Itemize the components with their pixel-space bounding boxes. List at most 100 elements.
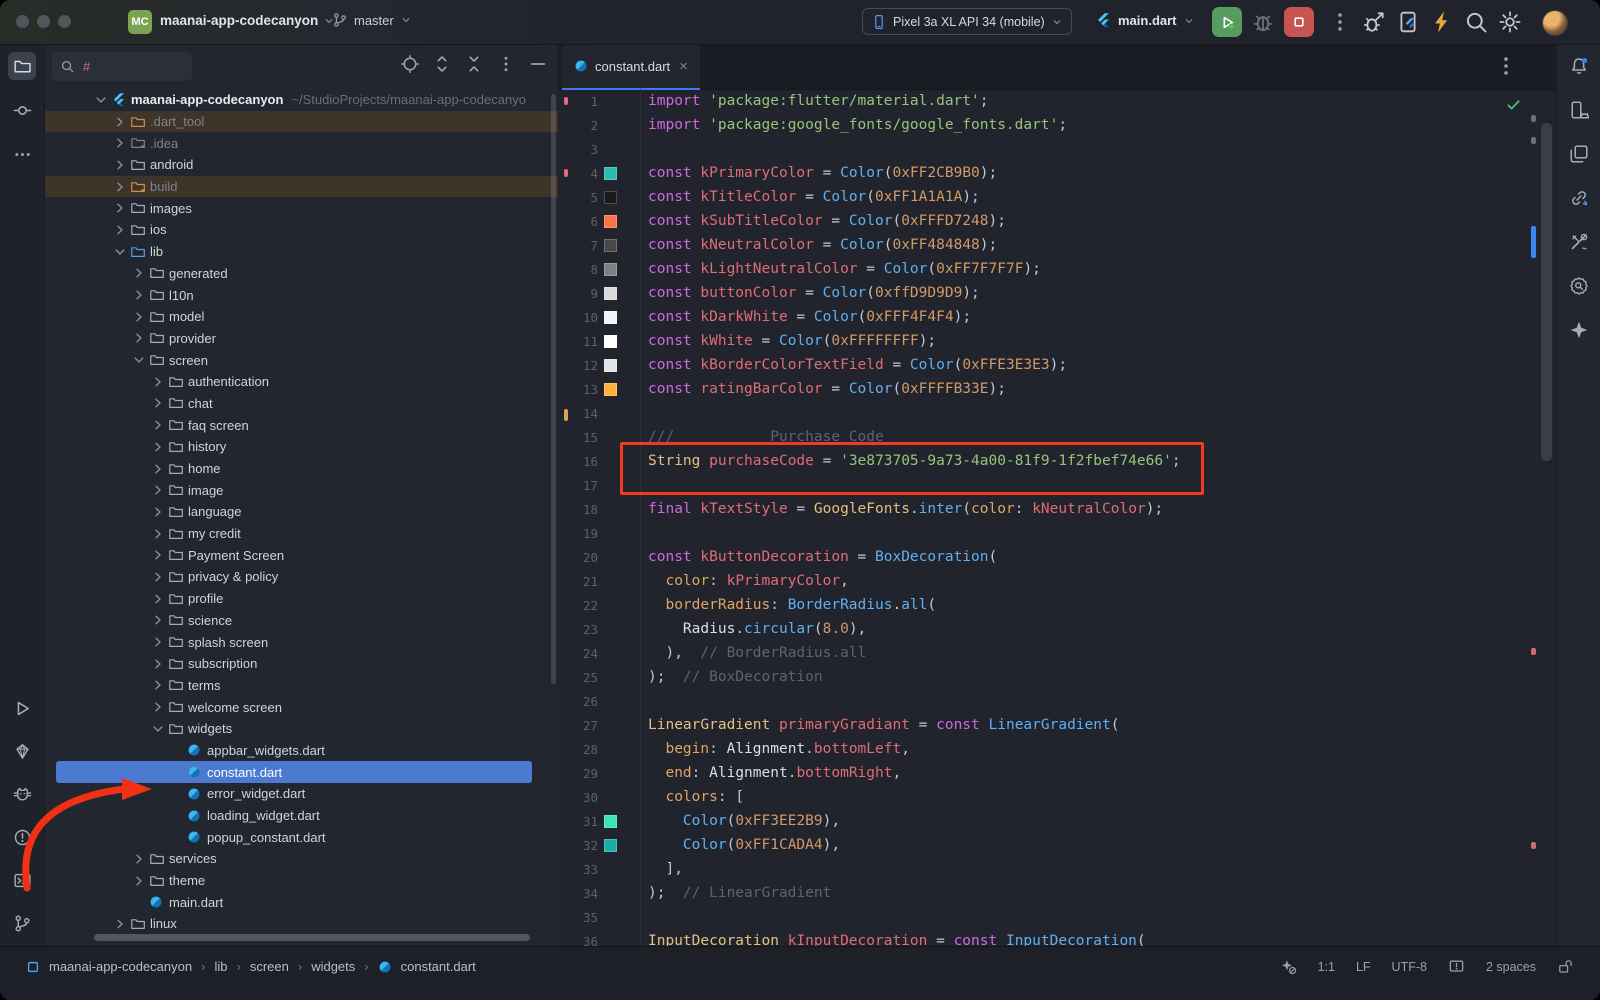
project-menu[interactable]: maanai-app-codecanyon	[160, 13, 335, 28]
tree-item-model[interactable]: model	[44, 306, 558, 328]
chevron-right-icon[interactable]	[150, 699, 166, 715]
branch-menu[interactable]: master	[332, 12, 412, 28]
chevron-right-icon[interactable]	[150, 677, 166, 693]
tree-item-welcome-screen[interactable]: welcome screen	[44, 696, 558, 718]
line-number[interactable]: 4	[574, 166, 598, 181]
search-icon[interactable]	[1464, 10, 1488, 34]
color-preview-swatch[interactable]	[598, 335, 622, 348]
code-line[interactable]: 36InputDecoration kInputDecoration = con…	[558, 929, 1556, 946]
tool-button-gemini[interactable]	[1565, 316, 1593, 344]
tool-button-build-tool-window[interactable]	[1565, 228, 1593, 256]
code-line[interactable]: 34); // LinearGradient	[558, 881, 1556, 905]
code-line[interactable]: 10const kDarkWhite = Color(0xFFF4F4F4);	[558, 305, 1556, 329]
chevron-down-icon[interactable]	[112, 244, 128, 260]
tree-item-my-credit[interactable]: my credit	[44, 523, 558, 545]
chevron-right-icon[interactable]	[112, 135, 128, 151]
code-line[interactable]: 5const kTitleColor = Color(0xFF1A1A1A);	[558, 185, 1556, 209]
chevron-right-icon[interactable]	[150, 374, 166, 390]
line-number[interactable]: 2	[574, 118, 598, 133]
tree-item-profile[interactable]: profile	[44, 588, 558, 610]
color-preview-swatch[interactable]	[598, 215, 622, 228]
tree-item-payment-screen[interactable]: Payment Screen	[44, 544, 558, 566]
caret-position[interactable]: 1:1	[1318, 960, 1335, 974]
tree-item-screen[interactable]: screen	[44, 349, 558, 371]
code-line[interactable]: 30 colors: [	[558, 785, 1556, 809]
settings-gear-icon[interactable]	[1498, 10, 1522, 34]
line-number[interactable]: 23	[574, 622, 598, 637]
line-number[interactable]: 26	[574, 694, 598, 709]
code-line[interactable]: 9const buttonColor = Color(0xffD9D9D9);	[558, 281, 1556, 305]
tool-button-device-manager[interactable]	[1565, 96, 1593, 124]
line-number[interactable]: 12	[574, 358, 598, 373]
code-line[interactable]: 27LinearGradient primaryGradiant = const…	[558, 713, 1556, 737]
code-line[interactable]: 3	[558, 137, 1556, 161]
run-configuration[interactable]: main.dart	[1095, 12, 1195, 29]
tree-item-chat[interactable]: chat	[44, 393, 558, 415]
tree-item-constant-dart[interactable]: constant.dart	[44, 761, 558, 783]
tree-item--idea[interactable]: .idea	[44, 132, 558, 154]
tool-button-more-tool-windows[interactable]	[8, 140, 36, 168]
color-preview-swatch[interactable]	[598, 839, 622, 852]
close-window-icon[interactable]	[16, 15, 29, 28]
tool-button-app-links-assistant[interactable]	[1565, 184, 1593, 212]
tree-item-theme[interactable]: theme	[44, 870, 558, 892]
code-line[interactable]: 14	[558, 401, 1556, 425]
line-number[interactable]: 29	[574, 766, 598, 781]
chevron-right-icon[interactable]	[131, 873, 147, 889]
chevron-right-icon[interactable]	[150, 395, 166, 411]
tree-item-appbar-widgets-dart[interactable]: appbar_widgets.dart	[44, 740, 558, 762]
tool-button-problems[interactable]	[8, 823, 36, 851]
line-number[interactable]: 18	[574, 502, 598, 517]
tree-horizontal-scrollbar[interactable]	[94, 934, 530, 941]
tool-button-running-devices[interactable]	[1565, 140, 1593, 168]
user-avatar[interactable]	[1542, 10, 1568, 36]
chevron-right-icon[interactable]	[112, 179, 128, 195]
chevron-right-icon[interactable]	[112, 200, 128, 216]
line-number[interactable]: 6	[574, 214, 598, 229]
color-preview-swatch[interactable]	[598, 263, 622, 276]
tree-item-language[interactable]: language	[44, 501, 558, 523]
line-ending[interactable]: LF	[1356, 960, 1371, 974]
code-line[interactable]: 26	[558, 689, 1556, 713]
editor-options-menu[interactable]	[1494, 54, 1518, 78]
code-line[interactable]: 33 ],	[558, 857, 1556, 881]
tree-item-history[interactable]: history	[44, 436, 558, 458]
tool-button-commit[interactable]	[8, 96, 36, 124]
tree-item-widgets[interactable]: widgets	[44, 718, 558, 740]
code-line[interactable]: 28 begin: Alignment.bottomLeft,	[558, 737, 1556, 761]
chevron-right-icon[interactable]	[112, 916, 128, 932]
chevron-right-icon[interactable]	[150, 526, 166, 542]
line-number[interactable]: 35	[574, 910, 598, 925]
minimize-window-icon[interactable]	[37, 15, 50, 28]
color-preview-swatch[interactable]	[598, 383, 622, 396]
chevron-right-icon[interactable]	[150, 504, 166, 520]
chevron-right-icon[interactable]	[150, 482, 166, 498]
line-number[interactable]: 13	[574, 382, 598, 397]
tree-item-popup-constant-dart[interactable]: popup_constant.dart	[44, 826, 558, 848]
code-line[interactable]: 35	[558, 905, 1556, 929]
chevron-right-icon[interactable]	[150, 656, 166, 672]
color-preview-swatch[interactable]	[598, 167, 622, 180]
tree-item-l10n[interactable]: l10n	[44, 284, 558, 306]
code-line[interactable]: 4const kPrimaryColor = Color(0xFF2CB9B0)…	[558, 161, 1556, 185]
tree-item-linux[interactable]: linux	[44, 913, 558, 935]
chevron-right-icon[interactable]	[150, 612, 166, 628]
tree-item-build[interactable]: build	[44, 176, 558, 198]
editor-scrollbar[interactable]	[1541, 123, 1552, 461]
chevron-right-icon[interactable]	[150, 417, 166, 433]
maximize-window-icon[interactable]	[58, 15, 71, 28]
tree-item-generated[interactable]: generated	[44, 263, 558, 285]
tree-item-lib[interactable]: lib	[44, 241, 558, 263]
run-button[interactable]	[1212, 7, 1242, 37]
flutter-device-icon[interactable]	[1396, 10, 1420, 34]
tree-item-terms[interactable]: terms	[44, 675, 558, 697]
chevron-right-icon[interactable]	[150, 461, 166, 477]
chevron-right-icon[interactable]	[131, 330, 147, 346]
code-line[interactable]: 12const kBorderColorTextField = Color(0x…	[558, 353, 1556, 377]
line-number[interactable]: 9	[574, 286, 598, 301]
line-number[interactable]: 22	[574, 598, 598, 613]
indent-setting[interactable]: 2 spaces	[1486, 960, 1536, 974]
tree-item-ios[interactable]: ios	[44, 219, 558, 241]
chevron-down-icon[interactable]	[93, 92, 109, 108]
color-preview-swatch[interactable]	[598, 359, 622, 372]
